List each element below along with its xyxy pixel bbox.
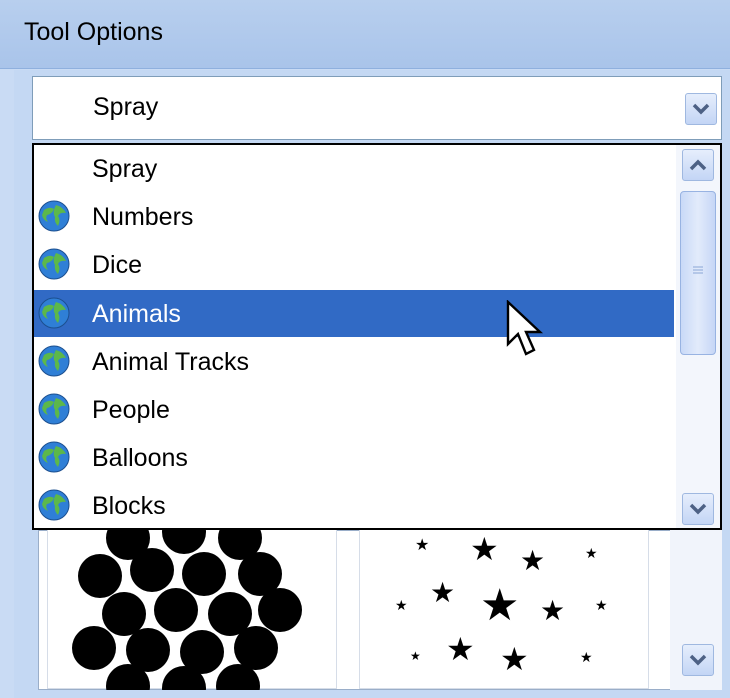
globe-icon: [38, 489, 70, 521]
brush-gallery: ★ ★ ★ ★ ★ ★ ★ ★ ★ ★ ★ ★ ★: [38, 510, 722, 698]
globe-icon: [38, 441, 70, 473]
svg-text:★: ★: [395, 598, 408, 614]
chevron-down-icon: [689, 654, 707, 666]
panel-title: Tool Options: [24, 18, 163, 46]
list-item-people[interactable]: People: [34, 386, 674, 433]
svg-text:★: ★: [415, 535, 429, 554]
stars-brush-tile[interactable]: ★ ★ ★ ★ ★ ★ ★ ★ ★ ★ ★ ★ ★: [359, 529, 649, 689]
panel-header: Tool Options: [0, 0, 730, 69]
scroll-down-button[interactable]: [682, 493, 714, 525]
mouse-pointer-icon: [506, 300, 544, 356]
dropdown-scrollbar[interactable]: [676, 145, 720, 528]
gallery-scrollbar[interactable]: [670, 530, 722, 690]
svg-text:★: ★: [580, 650, 593, 666]
tool-options-window: Tool Options ★ ★ ★ ★ ★ ★ ★ ★ ★ ★ ★ ★ ★ S…: [0, 0, 730, 698]
svg-text:★: ★: [540, 594, 565, 627]
svg-text:★: ★: [595, 598, 608, 614]
stars-brush-icon: ★ ★ ★ ★ ★ ★ ★ ★ ★ ★ ★ ★ ★: [395, 530, 608, 678]
svg-text:★: ★: [585, 546, 598, 562]
list-item-spray[interactable]: Spray: [34, 145, 674, 192]
chevron-up-icon: [689, 159, 707, 171]
globe-icon: [38, 200, 70, 232]
combobox-value: Spray: [93, 93, 159, 121]
globe-icon: [38, 393, 70, 425]
grip-icon: [693, 266, 703, 274]
list-item-animals[interactable]: Animals: [34, 290, 674, 337]
svg-text:★: ★: [446, 630, 475, 668]
svg-text:★: ★: [480, 580, 519, 631]
globe-icon: [38, 345, 70, 377]
list-item-balloons[interactable]: Balloons: [34, 434, 674, 481]
svg-text:★: ★: [430, 576, 455, 609]
svg-text:★: ★: [500, 640, 529, 678]
circles-brush-icon: [72, 510, 302, 698]
globe-icon: [38, 248, 70, 280]
chevron-down-icon: [692, 103, 710, 115]
gallery-scroll-down-button[interactable]: [682, 644, 714, 676]
brush-type-dropdown-list[interactable]: Spray Numbers Dice Animals Animal Tracks…: [32, 143, 722, 530]
combobox-dropdown-button[interactable]: [685, 93, 717, 125]
chevron-down-icon: [689, 503, 707, 515]
svg-text:★: ★: [410, 649, 421, 663]
list-item-blocks[interactable]: Blocks: [34, 482, 674, 529]
scrollbar-thumb[interactable]: [680, 191, 716, 355]
svg-text:★: ★: [520, 544, 545, 577]
brush-type-combobox[interactable]: Spray: [32, 76, 722, 140]
svg-text:★: ★: [470, 530, 499, 568]
list-item-animal-tracks[interactable]: Animal Tracks: [34, 338, 674, 385]
circles-brush-tile[interactable]: [47, 510, 337, 698]
globe-icon: [38, 297, 70, 329]
scroll-up-button[interactable]: [682, 149, 714, 181]
list-item-numbers[interactable]: Numbers: [34, 193, 674, 240]
list-item-dice[interactable]: Dice: [34, 241, 674, 288]
